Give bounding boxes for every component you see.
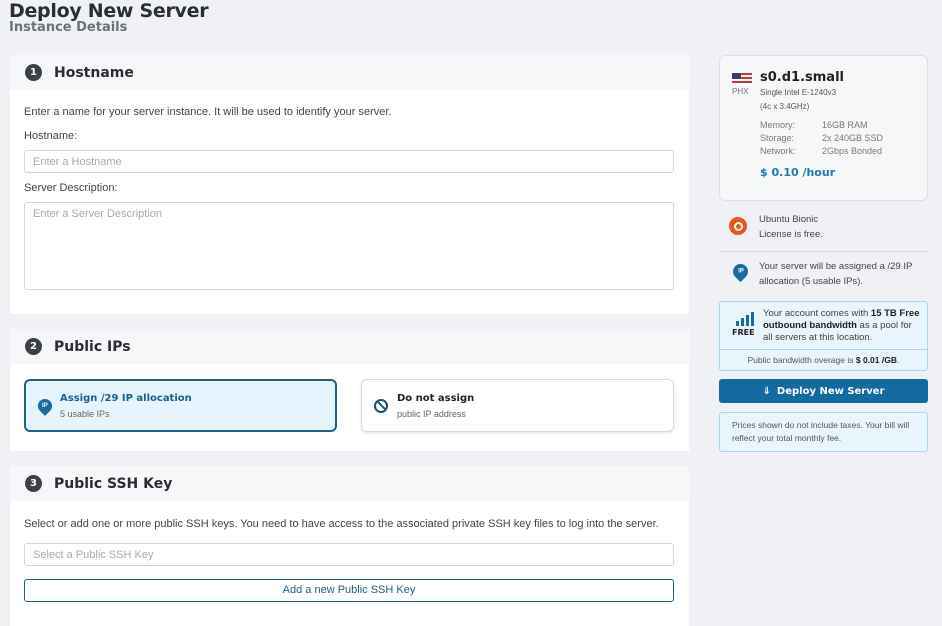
us-flag-icon	[732, 73, 752, 85]
ssh-key-select[interactable]: Select a Public SSH Key	[24, 543, 674, 566]
option-title: Assign /29 IP allocation	[60, 392, 192, 404]
hostname-input[interactable]: Enter a Hostname	[24, 150, 674, 173]
server-description-label: Server Description:	[24, 182, 118, 194]
price-note: Prices shown do not include taxes. Your …	[719, 412, 928, 452]
hostname-card: 1 Hostname Enter a name for your server i…	[10, 55, 689, 314]
ip-info: IP Your server will be assigned a /29 IP…	[719, 259, 928, 295]
do-not-assign-option[interactable]: Do not assign public IP address	[361, 379, 674, 432]
bandwidth-text: Your account comes with 15 TB Free outbo…	[763, 308, 920, 343]
ssh-description: Select or add one or more public SSH key…	[24, 518, 659, 530]
spec-row: Memory: 16GB RAM	[760, 120, 868, 130]
os-license: License is free.	[759, 229, 823, 240]
rocket-icon: ⇓	[762, 385, 771, 397]
section-title: Public SSH Key	[54, 475, 173, 492]
plan-name: s0.d1.small	[760, 70, 844, 85]
ubuntu-icon	[729, 217, 747, 235]
bandwidth-info: FREE Your account comes with 15 TB Free …	[719, 301, 928, 371]
deploy-button[interactable]: ⇓ Deploy New Server	[719, 379, 928, 403]
step-number: 2	[25, 338, 42, 355]
page-subtitle: Instance Details	[9, 20, 128, 35]
ip-pin-icon: IP	[729, 260, 752, 283]
server-description-textarea[interactable]: Enter a Server Description	[24, 202, 674, 290]
os-name: Ubuntu Bionic	[759, 214, 819, 225]
ip-text: Your server will be assigned a /29 IP al…	[759, 261, 913, 287]
add-ssh-key-button[interactable]: Add a new Public SSH Key	[24, 579, 674, 602]
ip-pin-icon: IP	[35, 395, 55, 416]
free-label: FREE	[732, 328, 755, 337]
spec-row: Network: 2Gbps Bonded	[760, 146, 883, 156]
hostname-label: Hostname:	[24, 130, 78, 142]
server-summary-card: PHX s0.d1.small Single Intel E-1240v3 (4…	[719, 55, 928, 201]
location-code: PHX	[732, 87, 749, 96]
overage-text: Public bandwidth overage is $ 0.01 /GB.	[720, 349, 927, 370]
os-info: Ubuntu Bionic License is free.	[719, 212, 928, 252]
section-title: Hostname	[54, 64, 134, 81]
cpu: Single Intel E-1240v3	[760, 88, 837, 97]
signal-bars-icon	[736, 312, 754, 326]
step-number: 1	[25, 64, 42, 81]
public-ips-card: 2 Public IPs IP Assign /29 IP allocation 5…	[10, 329, 689, 451]
option-title: Do not assign	[397, 392, 475, 404]
assign-ip-option[interactable]: IP Assign /29 IP allocation 5 usable IPs	[24, 379, 337, 432]
section-title: Public IPs	[54, 338, 131, 355]
spec-row: Storage: 2x 240GB SSD	[760, 133, 884, 143]
page-title: Deploy New Server	[9, 0, 209, 22]
ssh-key-card: 3 Public SSH Key Select or add one or mor…	[10, 466, 689, 626]
hostname-description: Enter a name for your server instance. I…	[24, 106, 392, 118]
price: $ 0.10 /hour	[760, 166, 836, 179]
option-subtitle: 5 usable IPs	[60, 408, 110, 419]
option-subtitle: public IP address	[397, 408, 466, 419]
cpu-detail: (4c x 3.4GHz)	[760, 102, 810, 111]
step-number: 3	[25, 475, 42, 492]
prohibited-icon	[374, 398, 388, 413]
